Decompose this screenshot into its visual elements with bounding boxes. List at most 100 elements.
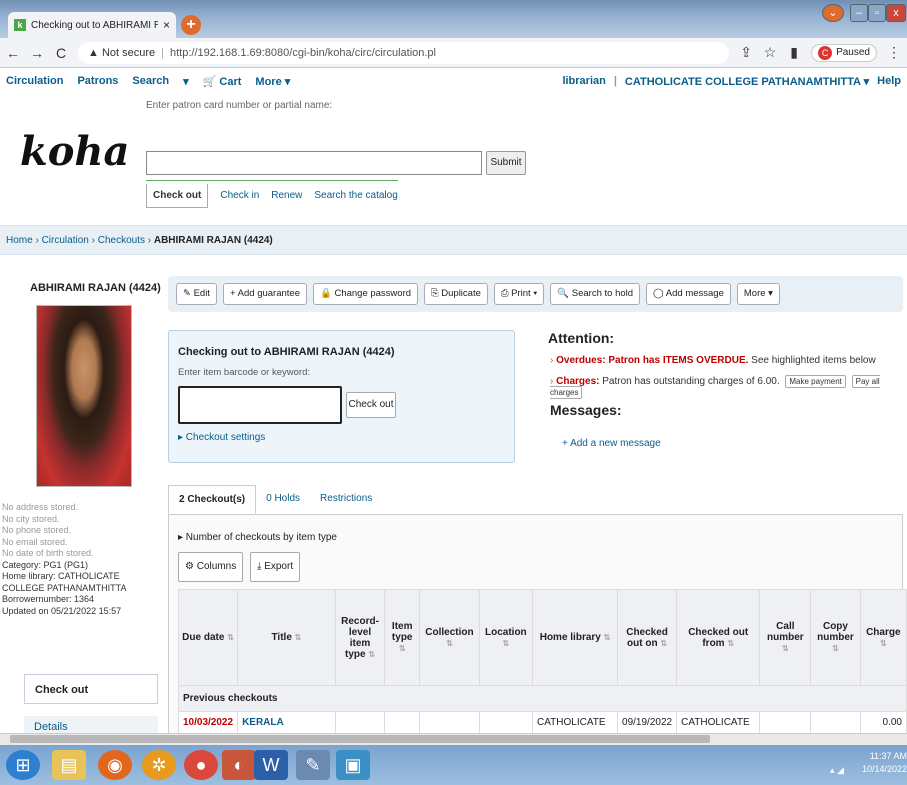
col-collection[interactable]: Collection ⇅ (419, 589, 480, 686)
col-checked-out-from[interactable]: Checked out from ⇅ (676, 589, 761, 686)
firefox-icon[interactable]: ◉ (98, 750, 132, 780)
patron-category: Category: PG1 (PG1) (2, 559, 89, 570)
add-message-button[interactable]: ◯ Add message (646, 283, 731, 305)
add-guarantee-button[interactable]: + Add guarantee (222, 283, 307, 305)
media-icon[interactable]: ▣ (336, 750, 370, 780)
word-icon[interactable]: W (254, 750, 288, 780)
edit-button[interactable]: ✎ Edit (176, 283, 217, 305)
clock-date: 10/14/2022 (862, 764, 907, 774)
col-charge[interactable]: Charge ⇅ (859, 589, 907, 686)
submit-button[interactable]: Submit (486, 151, 526, 175)
cell-charge: 0.00 (859, 711, 907, 734)
charges-notice: › Charges: Patron has outstanding charge… (550, 375, 907, 399)
nav-cart[interactable]: 🛒 Cart (203, 75, 242, 88)
attention-heading: Attention: (548, 330, 615, 346)
nav-search-dropdown[interactable]: ▾ (183, 75, 189, 88)
paint-icon[interactable]: ✎ (296, 750, 330, 780)
columns-button[interactable]: ⚙ Columns (178, 552, 244, 582)
checkout-settings-toggle[interactable]: ▸ Checkout settings (178, 432, 265, 443)
subtab-check-out[interactable]: Check out (146, 183, 209, 208)
col-location[interactable]: Location ⇅ (478, 589, 534, 686)
chrome-icon[interactable]: ● (184, 750, 218, 780)
change-password-button[interactable]: 🔒 Change password (312, 283, 419, 305)
help-link[interactable]: Help (877, 75, 901, 88)
library-selector[interactable]: CATHOLICATE COLLEGE PATHANAMTHITTA ▾ (625, 75, 869, 88)
bookmark-star-icon[interactable]: ☆ (763, 44, 777, 61)
search-to-hold-button[interactable]: 🔍 Search to hold (550, 283, 641, 305)
col-home-library[interactable]: Home library ⇅ (532, 589, 619, 686)
new-tab-button[interactable]: + (181, 15, 201, 35)
start-button-icon[interactable]: ⊞ (6, 750, 40, 780)
col-call-number[interactable]: Call number ⇅ (759, 589, 812, 686)
tab-close-icon[interactable]: × (163, 18, 170, 32)
cell-item-type (384, 711, 421, 734)
subtab-search-catalog[interactable]: Search the catalog (314, 190, 397, 201)
col-label: Due date (182, 632, 225, 643)
barcode-input[interactable] (178, 386, 342, 424)
file-explorer-icon[interactable]: ▤ (52, 750, 86, 780)
more-button[interactable]: More ▾ (736, 283, 780, 305)
minimize-button[interactable]: – (850, 4, 868, 22)
tab-search-icon[interactable]: ⌄ (822, 4, 844, 22)
tray-icons[interactable]: ▴ ◢ (830, 765, 844, 776)
leftnav-check-out[interactable]: Check out (24, 674, 158, 704)
tab-checkouts[interactable]: 2 Checkout(s) (168, 485, 257, 514)
add-new-message-link[interactable]: + Add a new message (562, 438, 661, 449)
cell-title-link[interactable]: KERALA (237, 711, 336, 734)
maximize-button[interactable]: ▫ (868, 4, 886, 22)
browser-tab[interactable]: k Checking out to ABHIRAMI RAJA × (8, 12, 176, 38)
nav-patrons[interactable]: Patrons (77, 75, 118, 87)
sort-icon: ⇅ (227, 633, 234, 642)
settings-app-icon[interactable]: ✲ (142, 750, 176, 780)
cell-location (478, 711, 534, 734)
close-window-button[interactable]: x (886, 4, 906, 22)
patron-toolbar: ✎ Edit + Add guarantee 🔒 Change password… (168, 276, 903, 312)
profile-paused-button[interactable]: C Paused (811, 43, 877, 62)
nav-separator: | (613, 74, 617, 87)
checkouts-by-type-toggle[interactable]: ▸ Number of checkouts by item type (178, 532, 337, 543)
nav-more[interactable]: More ▾ (255, 75, 290, 88)
not-secure-indicator[interactable]: ▲ Not secure (88, 47, 155, 59)
scrollbar-thumb[interactable] (10, 735, 710, 743)
nav-search[interactable]: Search (132, 75, 169, 87)
patron-search-input[interactable] (146, 151, 482, 175)
browser-menu-icon[interactable]: ⋮ (887, 44, 901, 61)
nav-circulation[interactable]: Circulation (6, 75, 63, 87)
share-icon[interactable]: ⇪ (739, 44, 753, 61)
system-clock[interactable]: 11:37 AM 10/14/2022 (862, 750, 907, 776)
col-copy-number[interactable]: Copy number ⇅ (810, 589, 861, 686)
duplicate-button[interactable]: ⎘ Duplicate (424, 283, 488, 305)
col-label: Charge (866, 626, 901, 638)
windows-taskbar (0, 745, 907, 785)
koha-logo[interactable]: koha (20, 128, 129, 175)
make-payment-button[interactable]: Make payment (785, 375, 846, 388)
overdue-notice: › Overdues: Patron has ITEMS OVERDUE. Se… (550, 355, 876, 366)
export-button[interactable]: ⤓ Export (250, 552, 301, 582)
reload-button[interactable]: C (54, 45, 68, 61)
logged-in-user[interactable]: librarian (562, 75, 605, 88)
subtab-renew[interactable]: Renew (271, 190, 302, 201)
col-record-level-item-type[interactable]: Record-level item type ⇅ (334, 589, 386, 686)
sort-icon: ⇅ (368, 649, 376, 659)
subtab-check-in[interactable]: Check in (220, 190, 259, 201)
sidepanel-icon[interactable]: ▮ (787, 44, 801, 61)
tab-restrictions[interactable]: Restrictions (310, 485, 382, 514)
circulation-subtabs: Check out Check in Renew Search the cata… (146, 180, 398, 210)
breadcrumb-home[interactable]: Home (6, 235, 33, 246)
forward-button[interactable]: → (30, 45, 44, 61)
col-due-date[interactable]: Due date ⇅ (177, 589, 239, 686)
col-checked-out-on[interactable]: Checked out on ⇅ (617, 589, 678, 686)
breadcrumb-patron: ABHIRAMI RAJAN (4424) (153, 235, 273, 246)
breadcrumb-circulation[interactable]: Circulation (42, 235, 89, 246)
back-button[interactable]: ← (6, 45, 20, 61)
tab-holds[interactable]: 0 Holds (256, 485, 310, 514)
koha-favicon-icon: k (14, 19, 26, 31)
url-field[interactable]: ▲ Not secure | http://192.168.1.69:8080/… (78, 41, 730, 64)
sort-icon: ⇅ (294, 633, 302, 642)
col-item-type[interactable]: Item type ⇅ (384, 589, 421, 686)
breadcrumb-checkouts[interactable]: Checkouts (98, 235, 145, 246)
check-out-button[interactable]: Check out (346, 392, 396, 418)
chrome-active-icon[interactable]: ◐ (222, 750, 256, 780)
print-button[interactable]: ⎙ Print ▾ (493, 283, 545, 305)
col-title[interactable]: Title ⇅ (237, 589, 336, 686)
